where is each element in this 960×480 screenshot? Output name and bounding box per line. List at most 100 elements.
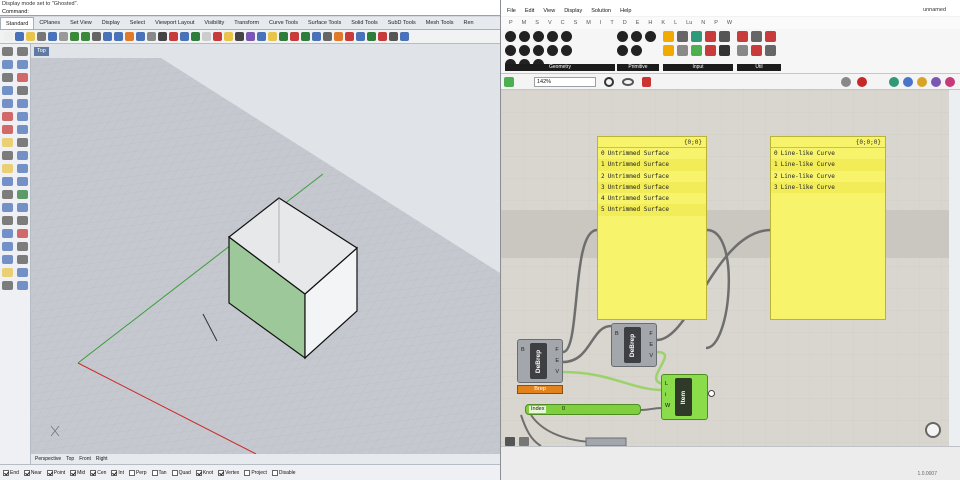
tool-icon[interactable] bbox=[2, 281, 13, 290]
toolbar-tool-icon[interactable] bbox=[345, 32, 354, 41]
ribbon-tool-icon[interactable] bbox=[719, 31, 730, 42]
tool-icon[interactable] bbox=[17, 125, 28, 134]
tool-icon[interactable] bbox=[17, 73, 28, 82]
tab-display[interactable]: Display bbox=[97, 17, 125, 29]
canvas-widget-icon[interactable] bbox=[505, 437, 515, 446]
ribbon-tool-icon[interactable] bbox=[751, 31, 762, 42]
ribbon-tool-icon[interactable] bbox=[677, 31, 688, 42]
preview-shaded-icon[interactable] bbox=[841, 77, 851, 87]
tool-icon[interactable] bbox=[2, 177, 13, 186]
category-intersect[interactable]: I bbox=[600, 20, 602, 26]
ribbon-tool-icon[interactable] bbox=[691, 45, 702, 56]
tool-icon[interactable] bbox=[17, 203, 28, 212]
category-lu[interactable]: Lu bbox=[686, 20, 692, 26]
list-item-component[interactable]: L i W Item bbox=[661, 374, 708, 420]
ribbon-tool-icon[interactable] bbox=[737, 31, 748, 42]
ribbon-tool-icon[interactable] bbox=[547, 31, 558, 42]
index-slider[interactable]: Index 0 bbox=[525, 404, 641, 415]
category-p2[interactable]: P bbox=[714, 20, 718, 26]
toolbar-tool-icon[interactable] bbox=[301, 32, 310, 41]
tab-ren[interactable]: Ren bbox=[458, 17, 478, 29]
tool-icon[interactable] bbox=[17, 151, 28, 160]
menu-help[interactable]: Help bbox=[620, 8, 631, 14]
command-prompt[interactable]: Command: bbox=[0, 8, 500, 16]
tool-icon[interactable] bbox=[17, 177, 28, 186]
display-icon-4[interactable] bbox=[931, 77, 941, 87]
ribbon-tool-icon[interactable] bbox=[631, 31, 642, 42]
category-n[interactable]: N bbox=[701, 20, 705, 26]
tool-icon[interactable] bbox=[17, 99, 28, 108]
tool-icon[interactable] bbox=[17, 268, 28, 277]
toolbar-tool-icon[interactable] bbox=[81, 32, 90, 41]
category-curve[interactable]: C bbox=[561, 20, 565, 26]
osnap-checkbox[interactable] bbox=[271, 469, 278, 476]
category-display[interactable]: D bbox=[623, 20, 627, 26]
viewport-title[interactable]: Top bbox=[34, 47, 49, 56]
category-params[interactable]: P bbox=[509, 20, 513, 26]
toolbar-tool-icon[interactable] bbox=[235, 32, 244, 41]
ribbon-tool-icon[interactable] bbox=[737, 45, 748, 56]
tool-icon[interactable] bbox=[17, 255, 28, 264]
tool-icon[interactable] bbox=[2, 138, 13, 147]
osnap-checkbox[interactable] bbox=[23, 469, 30, 476]
menu-solution[interactable]: Solution bbox=[591, 8, 611, 14]
ribbon-tool-icon[interactable] bbox=[751, 45, 762, 56]
osnap-checkbox[interactable] bbox=[218, 469, 225, 476]
ribbon-tool-icon[interactable] bbox=[663, 31, 674, 42]
toolbar-tool-icon[interactable] bbox=[367, 32, 376, 41]
tool-icon[interactable] bbox=[2, 229, 13, 238]
toolbar-tool-icon[interactable] bbox=[92, 32, 101, 41]
tool-icon[interactable] bbox=[17, 164, 28, 173]
viewport-tab-right[interactable]: Right bbox=[96, 456, 108, 462]
osnap-end[interactable]: End bbox=[3, 469, 19, 476]
toolbar-tool-icon[interactable] bbox=[169, 32, 178, 41]
tab-standard[interactable]: Standard bbox=[0, 17, 35, 29]
brep-param-badge[interactable]: Brep bbox=[517, 385, 563, 394]
toolbar-tool-icon[interactable] bbox=[147, 32, 156, 41]
output-grip[interactable] bbox=[708, 390, 715, 397]
category-mesh[interactable]: M bbox=[586, 20, 591, 26]
toolbar-tool-icon[interactable] bbox=[224, 32, 233, 41]
toolbar-tool-icon[interactable] bbox=[125, 32, 134, 41]
osnap-checkbox[interactable] bbox=[171, 469, 178, 476]
toolbar-tool-icon[interactable] bbox=[323, 32, 332, 41]
category-surface[interactable]: S bbox=[574, 20, 578, 26]
osnap-cen[interactable]: Cen bbox=[90, 469, 106, 476]
tool-icon[interactable] bbox=[17, 190, 28, 199]
menu-edit[interactable]: Edit bbox=[525, 8, 534, 14]
toolbar-tool-icon[interactable] bbox=[136, 32, 145, 41]
osnap-vertex[interactable]: Vertex bbox=[218, 469, 239, 476]
tool-icon[interactable] bbox=[17, 86, 28, 95]
tab-viewport-layout[interactable]: Viewport Layout bbox=[150, 17, 199, 29]
osnap-checkbox[interactable] bbox=[46, 469, 53, 476]
osnap-checkbox[interactable] bbox=[3, 469, 9, 476]
display-icon-3[interactable] bbox=[917, 77, 927, 87]
osnap-mid[interactable]: Mid bbox=[70, 469, 85, 476]
osnap-perp[interactable]: Perp bbox=[128, 469, 147, 476]
osnap-checkbox[interactable] bbox=[244, 469, 251, 476]
tool-icon[interactable] bbox=[2, 151, 13, 160]
viewport-canvas[interactable] bbox=[31, 58, 500, 454]
osnap-near[interactable]: Near bbox=[23, 469, 42, 476]
tool-icon[interactable] bbox=[2, 60, 13, 69]
ribbon-tool-icon[interactable] bbox=[677, 45, 688, 56]
toolbar-tool-icon[interactable] bbox=[59, 32, 68, 41]
tab-visibility[interactable]: Visibility bbox=[199, 17, 229, 29]
category-vector[interactable]: V bbox=[548, 20, 552, 26]
tab-mesh-tools[interactable]: Mesh Tools bbox=[421, 17, 459, 29]
viewport-tab-top[interactable]: Top bbox=[66, 456, 74, 462]
tool-icon[interactable] bbox=[2, 86, 13, 95]
menu-file[interactable]: File bbox=[507, 8, 516, 14]
ribbon-tool-icon[interactable] bbox=[765, 31, 776, 42]
toolbar-tool-icon[interactable] bbox=[356, 32, 365, 41]
toolbar-tool-icon[interactable] bbox=[37, 32, 46, 41]
toolbar-tool-icon[interactable] bbox=[257, 32, 266, 41]
toolbar-tool-icon[interactable] bbox=[389, 32, 398, 41]
toolbar-tool-icon[interactable] bbox=[400, 32, 409, 41]
toolbar-tool-icon[interactable] bbox=[279, 32, 288, 41]
osnap-disable[interactable]: Disable bbox=[271, 469, 296, 476]
display-icon-2[interactable] bbox=[903, 77, 913, 87]
ribbon-tool-icon[interactable] bbox=[691, 31, 702, 42]
osnap-checkbox[interactable] bbox=[90, 469, 97, 476]
ribbon-tool-icon[interactable] bbox=[705, 45, 716, 56]
